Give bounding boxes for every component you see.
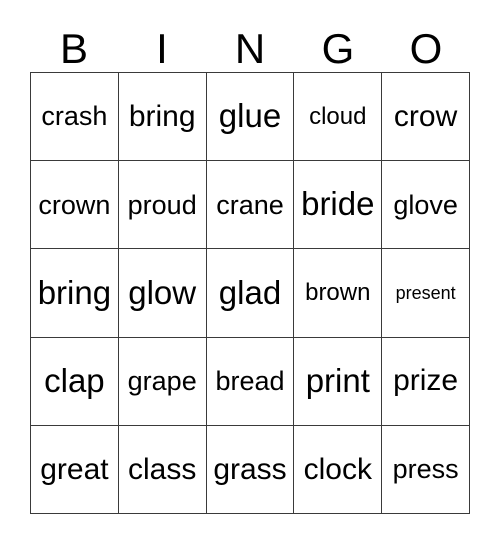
bingo-header-letter-g: G xyxy=(321,25,355,72)
bingo-cell[interactable]: present xyxy=(382,249,470,338)
bingo-cell-label: grape xyxy=(127,366,197,397)
bingo-header-letter-o: O xyxy=(409,25,443,72)
bingo-cell[interactable]: class xyxy=(118,425,207,514)
bingo-cell-label: cloud xyxy=(309,103,367,130)
bingo-cell-label: great xyxy=(40,452,109,486)
bingo-cell-label: crash xyxy=(41,101,108,132)
bingo-cell[interactable]: print xyxy=(294,337,383,426)
bingo-cell[interactable]: clock xyxy=(294,425,383,514)
bingo-cell[interactable]: bring xyxy=(118,73,207,162)
bingo-cell-label: glow xyxy=(128,273,197,311)
bingo-cell-label: press xyxy=(392,454,459,485)
bingo-header-row: B I N G O xyxy=(30,18,470,72)
bingo-cell[interactable]: clap xyxy=(31,337,119,426)
bingo-cell-label: crane xyxy=(216,189,284,220)
bingo-cell-label: crow xyxy=(393,99,458,133)
bingo-cell[interactable]: brown xyxy=(294,249,383,338)
bingo-cell[interactable]: crane xyxy=(206,161,295,250)
bingo-cell-label: glad xyxy=(218,273,282,311)
bingo-cell[interactable]: glue xyxy=(206,73,295,162)
bingo-cell[interactable]: crow xyxy=(382,73,470,162)
bingo-header-letter-n: N xyxy=(234,25,266,72)
bingo-cell[interactable]: crash xyxy=(31,73,119,162)
bingo-cell-label: grass xyxy=(213,452,287,486)
bingo-cell-label: prize xyxy=(393,364,459,398)
bingo-cell-label: bring xyxy=(37,273,112,311)
bingo-header-letter-i: I xyxy=(156,25,168,72)
bingo-cell[interactable]: great xyxy=(31,425,119,514)
bingo-cell-label: brown xyxy=(305,279,371,307)
bingo-cell-label: print xyxy=(305,361,370,399)
bingo-cell[interactable]: glove xyxy=(382,161,470,250)
bingo-cell-label: clock xyxy=(303,452,372,486)
bingo-cell-label: clap xyxy=(44,361,105,399)
bingo-cell[interactable]: bride xyxy=(294,161,383,250)
bingo-cell[interactable]: cloud xyxy=(294,73,383,162)
bingo-cell-label: class xyxy=(128,452,197,486)
bingo-cell[interactable]: crown xyxy=(31,161,119,250)
bingo-grid: crash bring glue cloud crow crown proud … xyxy=(30,72,470,514)
bingo-card: B I N G O crash bring glue cloud crow cr… xyxy=(0,0,500,544)
bingo-cell[interactable]: bread xyxy=(206,337,295,426)
bingo-cell-label: proud xyxy=(127,189,197,220)
bingo-cell[interactable]: bring xyxy=(31,249,119,338)
bingo-cell[interactable]: press xyxy=(382,425,470,514)
bingo-cell-label: crown xyxy=(38,189,111,220)
bingo-cell[interactable]: grape xyxy=(118,337,207,426)
bingo-cell-label: glue xyxy=(218,97,282,135)
bingo-header-letter-b: B xyxy=(59,25,88,72)
bingo-cell-label: bread xyxy=(215,366,285,397)
bingo-cell-label: glove xyxy=(393,189,458,220)
bingo-cell[interactable]: glad xyxy=(206,249,295,338)
bingo-cell-label: bring xyxy=(128,99,196,133)
bingo-cell[interactable]: proud xyxy=(118,161,207,250)
bingo-cell-label: present xyxy=(395,282,456,303)
bingo-cell[interactable]: prize xyxy=(382,337,470,426)
bingo-cell-label: bride xyxy=(301,185,375,223)
bingo-cell[interactable]: glow xyxy=(118,249,207,338)
bingo-cell[interactable]: grass xyxy=(206,425,295,514)
